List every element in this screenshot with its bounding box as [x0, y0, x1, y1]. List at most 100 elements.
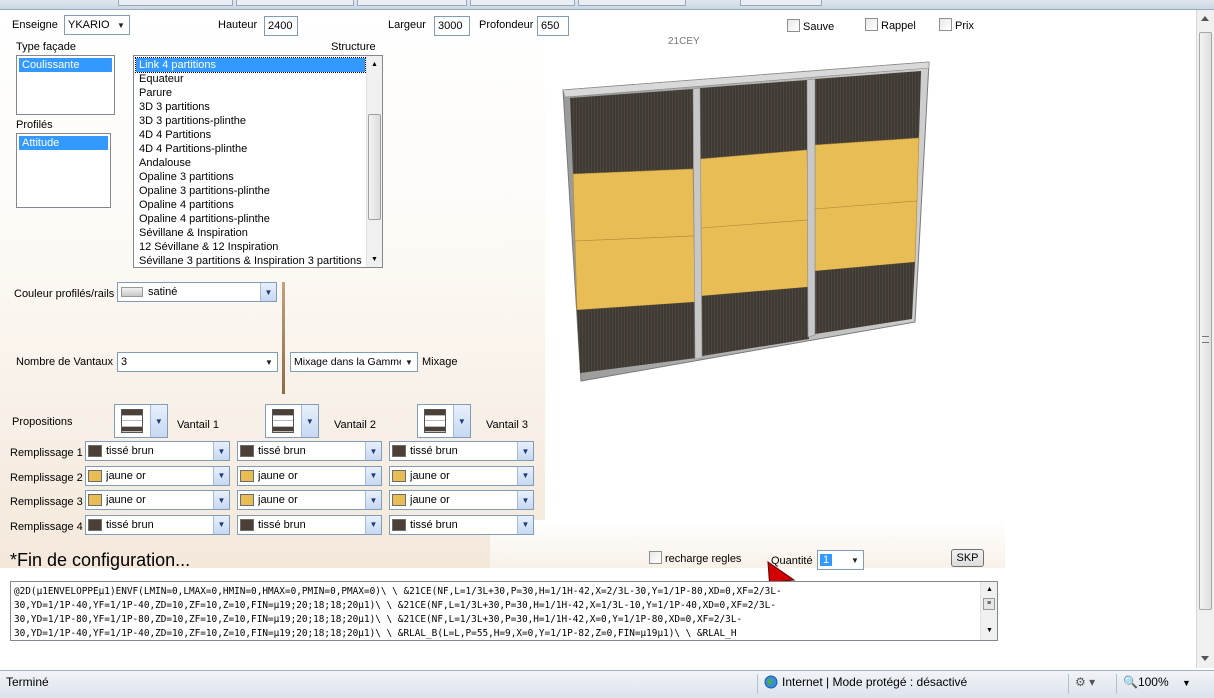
profile-item[interactable]: Attitude: [19, 136, 108, 150]
vantail-2-proposition-select[interactable]: ▼: [265, 404, 319, 438]
chevron-down-icon: ▼: [517, 442, 533, 460]
structure-item[interactable]: Opaline 4 partitions-plinthe: [136, 212, 365, 226]
scroll-thumb[interactable]: [1199, 32, 1212, 610]
scroll-up-icon[interactable]: [1201, 16, 1209, 21]
chevron-down-icon: ▼: [213, 466, 229, 485]
largeur-input[interactable]: 3000: [434, 16, 470, 36]
chevron-down-icon: ▼: [300, 405, 318, 437]
color-swatch-icon: [88, 445, 102, 457]
quantite-value: 1: [820, 554, 833, 566]
browser-tab[interactable]: [236, 0, 354, 6]
structure-item[interactable]: 4D 4 Partitions-plinthe: [136, 142, 365, 156]
enseigne-select[interactable]: YKARIO ▼: [64, 15, 130, 35]
globe-icon: [764, 675, 778, 689]
structure-scrollbar[interactable]: ▲ ▼: [366, 56, 382, 267]
sauve-checkbox[interactable]: [787, 19, 800, 32]
structure-list[interactable]: Link 4 partitions Equateur Parure 3D 3 part…: [133, 55, 383, 268]
structure-items: Link 4 partitions Equateur Parure 3D 3 part…: [135, 57, 366, 268]
browser-tab[interactable]: [118, 0, 233, 6]
remplissage-select[interactable]: tissé brun ▼: [85, 441, 230, 461]
remplissage-select[interactable]: tissé brun ▼: [389, 514, 534, 535]
vantail-1-proposition-select[interactable]: ▼: [114, 404, 168, 438]
chevron-down-icon: ▼: [365, 515, 381, 534]
color-swatch-icon: [240, 518, 254, 531]
profiles-label: Profilés: [16, 119, 53, 131]
door-thumbnail-icon: [424, 409, 447, 433]
type-facade-item[interactable]: Coulissante: [19, 58, 112, 72]
structure-item[interactable]: 4D 4 Partitions: [136, 128, 365, 142]
structure-item[interactable]: Equateur: [136, 72, 365, 86]
vantail-1-label: Vantail 1: [177, 419, 219, 431]
chevron-down-icon: ▼: [265, 357, 273, 367]
browser-tab[interactable]: [470, 0, 575, 6]
structure-item[interactable]: Sévillane 3 partitions & Inspiration 3 p…: [136, 254, 365, 268]
browser-tab[interactable]: [578, 0, 686, 6]
remplissage-select[interactable]: jaune or ▼: [85, 465, 230, 486]
remplissage-select[interactable]: jaune or ▼: [237, 490, 382, 510]
door-panel-2-gold-upper: [699, 149, 809, 229]
prix-checkbox[interactable]: [939, 18, 952, 31]
remplissage-select[interactable]: jaune or ▼: [389, 465, 534, 486]
structure-item[interactable]: Andalouse: [136, 156, 365, 170]
zoom-control[interactable]: 🔍100%: [1123, 675, 1169, 689]
remplissage-select[interactable]: jaune or ▼: [85, 490, 230, 510]
quantite-select[interactable]: 1 ▼: [817, 550, 864, 570]
chevron-down-icon: ▼: [405, 357, 413, 367]
code-line: 30,YD=1/1P-40,YF=1/1P-40,ZD=10,ZF=10,Z=1…: [14, 600, 776, 611]
remplissage-select[interactable]: jaune or ▼: [389, 490, 534, 510]
remplissage-select[interactable]: tissé brun ▼: [237, 514, 382, 535]
scroll-thumb[interactable]: ≡: [983, 598, 995, 610]
rappel-label: Rappel: [881, 20, 916, 32]
structure-item[interactable]: Link 4 partitions: [135, 57, 366, 73]
scroll-down-icon[interactable]: ▼: [371, 256, 378, 263]
page-vertical-scrollbar[interactable]: [1196, 10, 1214, 668]
color-swatch-icon: [240, 494, 254, 506]
chevron-down-icon: ▼: [117, 20, 125, 30]
mixage-value: Mixage dans la Gamme: [294, 356, 401, 368]
structure-item[interactable]: Opaline 3 partitions: [136, 170, 365, 184]
chevron-down-icon: ▼: [517, 515, 533, 534]
scroll-up-icon[interactable]: ▲: [371, 61, 378, 68]
remplissage-select[interactable]: jaune or ▼: [237, 465, 382, 486]
chevron-down-icon[interactable]: ▼: [1182, 678, 1191, 688]
code-scrollbar[interactable]: ▲ ≡ ▼: [980, 582, 997, 640]
profondeur-input[interactable]: 650: [537, 16, 569, 36]
door-panel-2-bottom: [701, 287, 809, 356]
door-thumbnail-icon: [121, 409, 144, 433]
structure-item[interactable]: Opaline 4 partitions: [136, 198, 365, 212]
remplissage-select[interactable]: tissé brun ▼: [237, 441, 382, 461]
type-facade-list[interactable]: Coulissante: [16, 55, 115, 115]
remplissage-select[interactable]: tissé brun ▼: [389, 441, 534, 461]
hauteur-input[interactable]: 2400: [264, 16, 298, 36]
browser-tab[interactable]: [740, 0, 822, 6]
wardrobe-3d-preview: [562, 61, 930, 382]
remplissage-value: jaune or: [410, 469, 450, 482]
recharge-checkbox[interactable]: [649, 551, 662, 564]
structure-item[interactable]: 3D 3 partitions-plinthe: [136, 114, 365, 128]
vantaux-select[interactable]: 3 ▼: [117, 352, 278, 372]
addons-icon[interactable]: ⚙ ▾: [1075, 675, 1095, 689]
door-thumbnail-icon: [272, 409, 295, 433]
vantail-3-proposition-select[interactable]: ▼: [417, 404, 471, 438]
configuration-code-textarea[interactable]: @2D(µ1ENVELOPPEµ1)ENVF(LMIN=0,LMAX=0,HMI…: [10, 581, 998, 641]
mixage-select[interactable]: Mixage dans la Gamme ▼: [290, 352, 418, 372]
scroll-down-icon[interactable]: ▼: [986, 627, 993, 634]
structure-item[interactable]: 3D 3 partitions: [136, 100, 365, 114]
profiles-list[interactable]: Attitude: [16, 133, 111, 208]
browser-tab[interactable]: [357, 0, 467, 6]
security-zone[interactable]: Internet | Mode protégé : désactivé: [764, 675, 967, 689]
couleur-select[interactable]: satiné ▼: [117, 282, 277, 302]
skp-button[interactable]: SKP: [951, 549, 984, 567]
structure-item[interactable]: Sévillane & Inspiration: [136, 226, 365, 240]
structure-item[interactable]: Parure: [136, 86, 365, 100]
remplissage-value: tissé brun: [106, 518, 154, 531]
scroll-down-icon[interactable]: [1201, 656, 1209, 661]
remplissage-select[interactable]: tissé brun ▼: [85, 514, 230, 535]
structure-item[interactable]: Opaline 3 partitions-plinthe: [136, 184, 365, 198]
rappel-checkbox[interactable]: [865, 18, 878, 31]
structure-item[interactable]: 12 Sévillane & 12 Inspiration: [136, 240, 365, 254]
scroll-thumb[interactable]: [368, 114, 381, 220]
scroll-up-icon[interactable]: ▲: [986, 586, 993, 593]
largeur-label: Largeur: [388, 19, 426, 31]
door-divider-2: [806, 78, 816, 338]
